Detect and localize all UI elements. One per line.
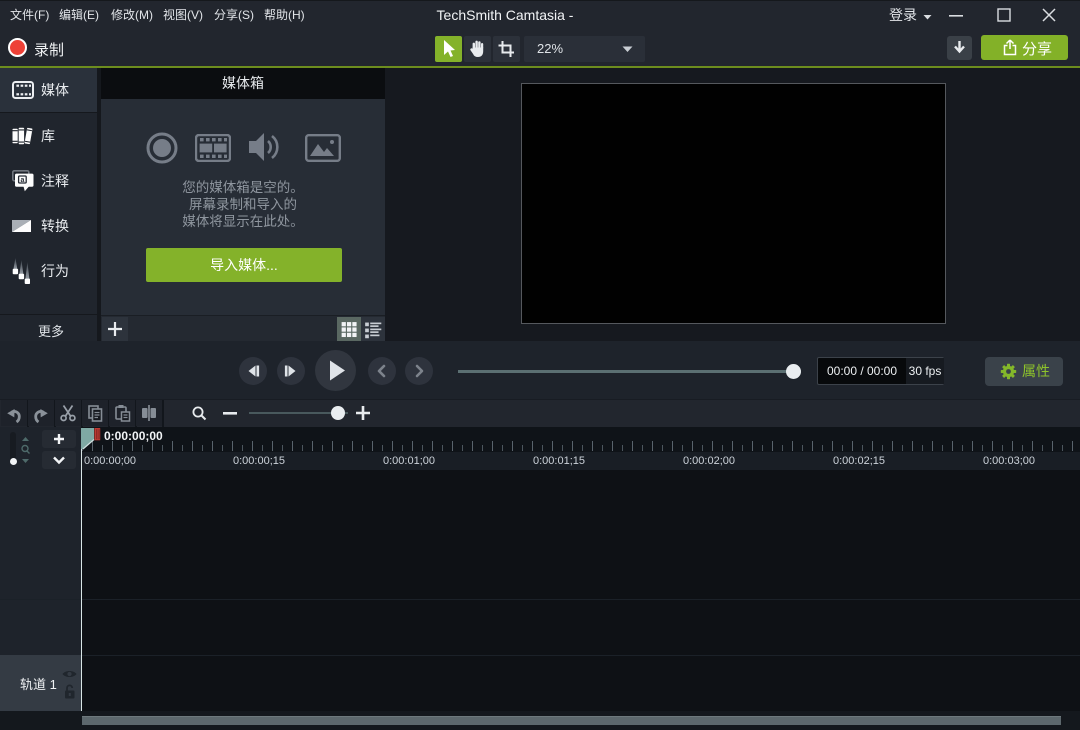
svg-text:a: a (20, 176, 24, 183)
